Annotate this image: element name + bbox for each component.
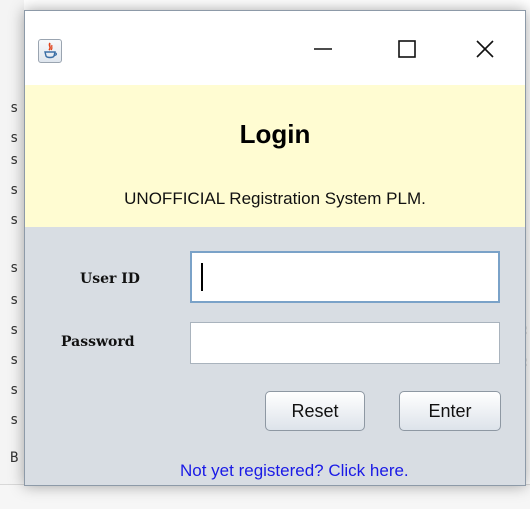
background-code-fragment: s xyxy=(10,130,19,146)
header-panel: Login UNOFFICIAL Registration System PLM… xyxy=(25,85,525,227)
background-code-fragment: s xyxy=(10,322,19,338)
page-subtitle: UNOFFICIAL Registration System PLM. xyxy=(124,189,426,208)
user-id-input[interactable] xyxy=(190,251,500,303)
background-bottom-bar xyxy=(0,484,530,509)
background-code-fragment: s xyxy=(10,100,19,116)
background-code-fragment: s xyxy=(10,292,19,308)
screen: s s s s s s s s s s s B ; ; xyxy=(0,0,530,509)
background-code-fragment: s xyxy=(10,352,19,368)
title-bar[interactable] xyxy=(25,11,525,85)
reset-button[interactable]: Reset xyxy=(265,391,365,431)
java-app-icon xyxy=(38,39,62,63)
minimize-button[interactable] xyxy=(293,33,353,65)
login-dialog: Login UNOFFICIAL Registration System PLM… xyxy=(24,10,526,486)
background-code-fragment: s xyxy=(10,152,19,168)
enter-button[interactable]: Enter xyxy=(399,391,501,431)
background-code-fragment: s xyxy=(10,412,19,428)
background-code-fragment: s xyxy=(10,382,19,398)
register-link[interactable]: Not yet registered? Click here. xyxy=(180,461,409,481)
maximize-icon xyxy=(398,40,416,58)
login-form: User ID Password Reset Enter Not yet reg… xyxy=(25,227,525,485)
background-code-fragment: s xyxy=(10,260,19,276)
page-title: Login xyxy=(239,119,311,149)
background-code-fragment: B xyxy=(10,450,19,466)
user-id-label: User ID xyxy=(80,271,140,287)
close-icon xyxy=(476,40,494,58)
maximize-button[interactable] xyxy=(377,33,437,65)
password-input[interactable] xyxy=(190,322,500,364)
password-label: Password xyxy=(61,334,135,350)
background-editor-gutter xyxy=(0,0,24,509)
background-code-fragment: s xyxy=(10,182,19,198)
close-button[interactable] xyxy=(455,33,515,65)
text-cursor xyxy=(201,263,203,291)
minimize-icon xyxy=(314,48,332,50)
background-code-fragment: s xyxy=(10,212,19,228)
